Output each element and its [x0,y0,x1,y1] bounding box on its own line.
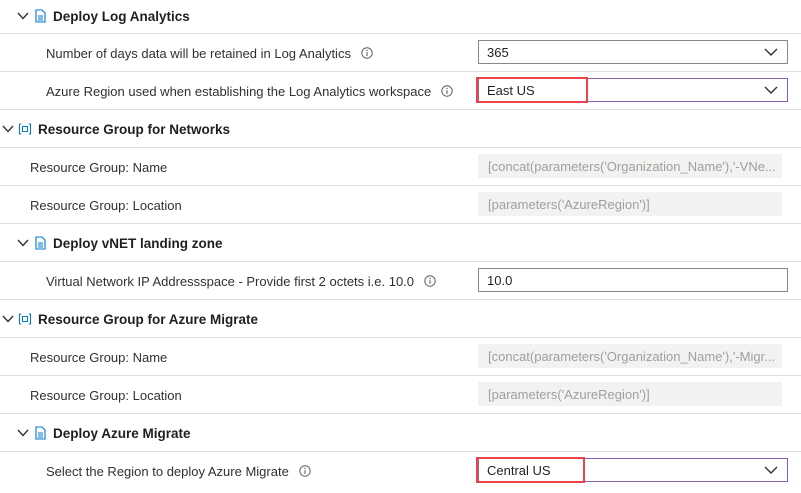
section-title: Deploy Log Analytics [53,8,190,24]
la-region-dropdown[interactable]: East US [478,78,788,102]
field-label: Azure Region used when establishing the … [46,83,432,99]
field-row-net-rg-location: Resource Group: Location [parameters('Az… [0,186,801,224]
field-row-mig-rg-name: Resource Group: Name [concat(parameters(… [0,338,801,376]
chevron-down-icon[interactable] [16,426,30,440]
retention-days-dropdown[interactable]: 365 [478,40,788,64]
field-row-mig-rg-location: Resource Group: Location [parameters('Az… [0,376,801,414]
field-row-retention: Number of days data will be retained in … [0,34,801,72]
section-header[interactable]: Deploy vNET landing zone [16,224,223,262]
readonly-value: [concat(parameters('Organization_Name'),… [488,348,776,364]
readonly-value: [parameters('AzureRegion')] [488,196,650,212]
dropdown-value: East US [487,82,535,98]
section-rg-migrate: Resource Group for Azure Migrate [0,300,801,338]
document-icon [35,426,46,440]
readonly-value: [concat(parameters('Organization_Name'),… [488,158,776,174]
field-label: Resource Group: Location [30,197,182,213]
resource-group-icon [18,123,32,135]
field-label: Resource Group: Name [30,349,168,365]
info-icon[interactable] [441,85,453,97]
document-icon [35,9,46,23]
chevron-down-icon [764,48,778,56]
field-row-net-rg-name: Resource Group: Name [concat(parameters(… [0,148,801,186]
mig-rg-name-readonly: [concat(parameters('Organization_Name'),… [478,344,782,368]
section-title: Deploy Azure Migrate [53,425,191,441]
chevron-down-icon[interactable] [16,236,30,250]
net-rg-name-readonly: [concat(parameters('Organization_Name'),… [478,154,782,178]
section-header[interactable]: Deploy Azure Migrate [16,414,191,452]
section-deploy-log-analytics: Deploy Log Analytics [0,0,801,34]
field-label: Resource Group: Location [30,387,182,403]
dropdown-value: 365 [487,44,509,60]
migrate-region-dropdown[interactable]: Central US [478,458,788,482]
chevron-down-icon[interactable] [1,312,15,326]
input-value: 10.0 [487,272,513,288]
section-header[interactable]: Resource Group for Azure Migrate [1,300,258,338]
document-icon [35,236,46,250]
chevron-down-icon[interactable] [1,122,15,136]
section-title: Deploy vNET landing zone [53,235,223,251]
mig-rg-location-readonly: [parameters('AzureRegion')] [478,382,782,406]
section-deploy-migrate: Deploy Azure Migrate [0,414,801,452]
net-rg-location-readonly: [parameters('AzureRegion')] [478,192,782,216]
field-row-migrate-region: Select the Region to deploy Azure Migrat… [0,452,801,493]
info-icon[interactable] [299,465,311,477]
section-rg-networks: Resource Group for Networks [0,110,801,148]
vnet-ip-input[interactable]: 10.0 [478,268,788,292]
section-title: Resource Group for Networks [38,121,231,137]
info-icon[interactable] [424,275,436,287]
section-header[interactable]: Resource Group for Networks [1,110,230,148]
readonly-value: [parameters('AzureRegion')] [488,386,650,402]
dropdown-value: Central US [487,462,551,478]
field-row-vnet-ip: Virtual Network IP Addressspace - Provid… [0,262,801,300]
field-label: Select the Region to deploy Azure Migrat… [46,463,289,479]
chevron-down-icon [764,86,778,94]
info-icon[interactable] [361,47,373,59]
resource-group-icon [18,313,32,325]
field-label: Virtual Network IP Addressspace - Provid… [46,273,415,289]
field-row-la-region: Azure Region used when establishing the … [0,72,801,110]
section-title: Resource Group for Azure Migrate [38,311,259,327]
chevron-down-icon [764,466,778,474]
section-header[interactable]: Deploy Log Analytics [16,0,190,32]
section-deploy-vnet: Deploy vNET landing zone [0,224,801,262]
chevron-down-icon[interactable] [16,9,30,23]
field-label: Resource Group: Name [30,159,168,175]
field-label: Number of days data will be retained in … [46,45,351,61]
